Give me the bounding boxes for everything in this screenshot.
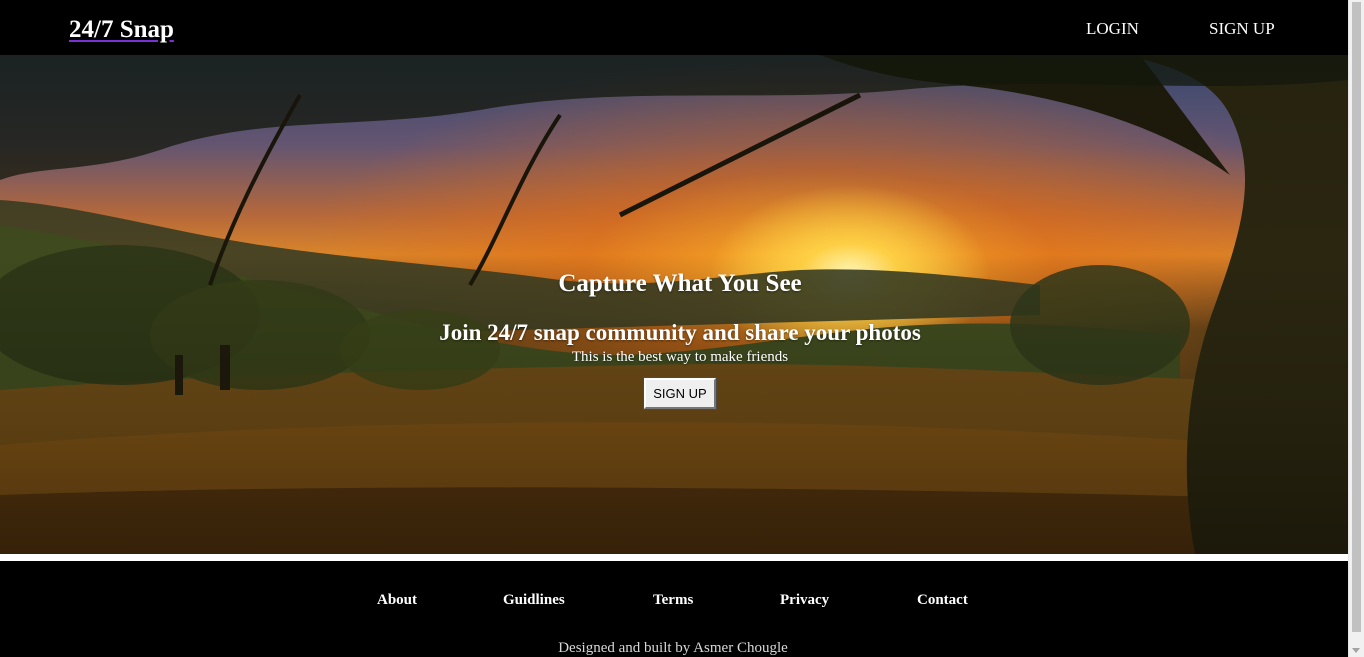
hero-subtitle: Join 24/7 snap community and share your … <box>439 320 921 345</box>
hero-title: Capture What You See <box>558 270 802 297</box>
nav-signup-link[interactable]: SIGN UP <box>1209 19 1275 39</box>
page: 24/7 Snap LOGIN SIGN UP Capture What You… <box>0 0 1348 657</box>
nav-login-link[interactable]: LOGIN <box>1086 19 1139 39</box>
brand-logo-link[interactable]: 24/7 Snap <box>69 16 174 44</box>
vertical-scrollbar[interactable] <box>1348 0 1364 657</box>
scrollbar-thumb[interactable] <box>1352 2 1361 632</box>
hero-section: Capture What You See Join 24/7 snap comm… <box>0 55 1348 554</box>
hero-signup-button[interactable]: SIGN UP <box>643 377 717 410</box>
footer-guidelines-link[interactable]: Guidlines <box>503 592 565 609</box>
scroll-down-arrow-icon[interactable] <box>1352 648 1360 653</box>
hero-tagline: This is the best way to make friends <box>571 349 789 365</box>
footer-credit: Designed and built by Asmer Chougle <box>558 640 788 656</box>
footer-contact-link[interactable]: Contact <box>917 592 968 609</box>
hero-shade <box>0 55 1348 554</box>
header-bar: 24/7 Snap LOGIN SIGN UP <box>0 0 1348 55</box>
footer: About Guidlines Terms Privacy Contact De… <box>0 561 1348 657</box>
footer-terms-link[interactable]: Terms <box>653 592 693 609</box>
footer-privacy-link[interactable]: Privacy <box>780 592 829 609</box>
footer-about-link[interactable]: About <box>377 592 417 609</box>
